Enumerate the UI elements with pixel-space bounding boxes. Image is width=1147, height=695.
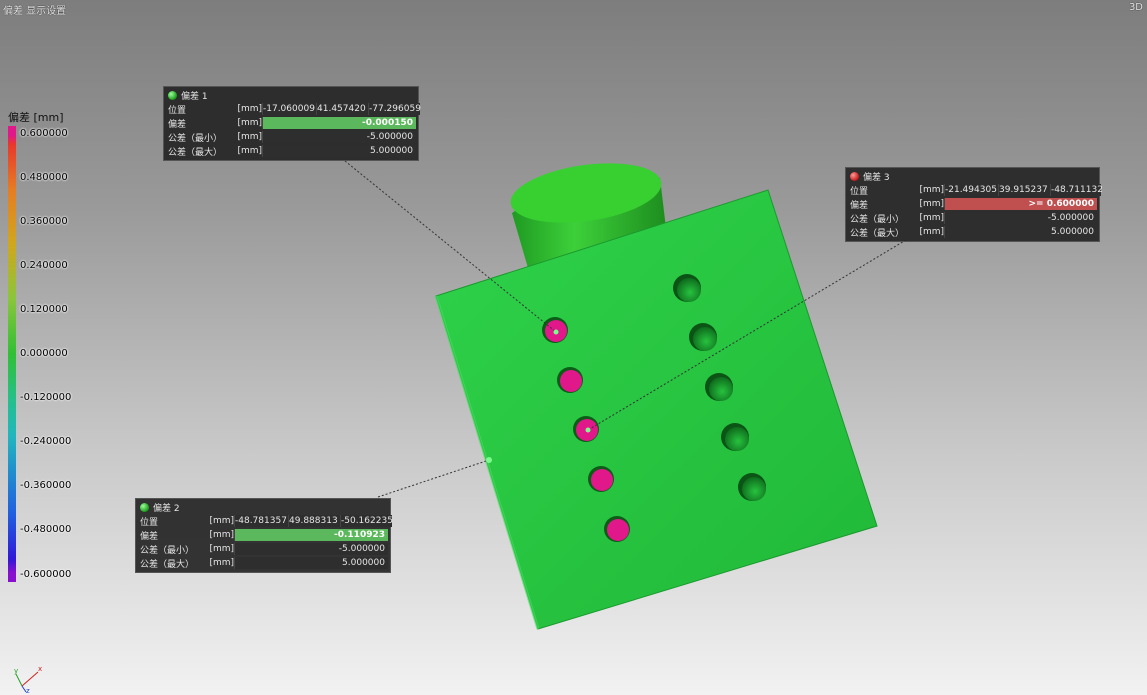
position-y: 41.457420 — [316, 103, 368, 115]
hole-deviation — [560, 370, 582, 392]
tol-max-label: 公差（最大） — [168, 147, 223, 158]
position-z: -50.162235 — [340, 515, 393, 527]
hole-deviation — [591, 469, 613, 491]
status-ok-icon — [140, 503, 149, 512]
tol-min-label: 公差（最小） — [850, 214, 905, 225]
deviation-annotation-1[interactable]: 偏差 1 位置 [mm] -17.060009 41.457420 -77.29… — [163, 86, 421, 161]
orientation-axes-icon: x y z — [14, 665, 42, 694]
unit-label: [mm] — [919, 185, 944, 195]
tol-max-label: 公差（最大） — [850, 228, 905, 239]
unit-label: [mm] — [209, 530, 234, 540]
unit-label: [mm] — [209, 558, 234, 568]
axis-z-label: z — [26, 687, 30, 694]
measure-point — [486, 457, 492, 463]
tol-min-value: -5.000000 — [234, 543, 388, 555]
unit-label: [mm] — [237, 104, 262, 114]
tol-min-value: -5.000000 — [262, 131, 416, 143]
deviation-value: >= 0.600000 — [944, 198, 1097, 210]
annotation-title: 偏差 1 — [181, 92, 208, 102]
unit-label: [mm] — [237, 146, 262, 156]
position-x: -17.060009 — [262, 103, 316, 115]
tol-min-label: 公差（最小） — [168, 133, 223, 144]
hole — [677, 278, 701, 302]
unit-label: [mm] — [919, 213, 944, 223]
position-label: 位置 — [850, 186, 869, 197]
hole — [709, 377, 733, 401]
tol-min-value: -5.000000 — [944, 212, 1097, 224]
deviation-label: 偏差 — [140, 531, 159, 542]
unit-label: [mm] — [237, 132, 262, 142]
unit-label: [mm] — [919, 199, 944, 209]
annotation-title: 偏差 2 — [153, 504, 180, 514]
measure-point — [553, 329, 559, 335]
tol-max-label: 公差（最大） — [140, 559, 195, 570]
position-x: -21.494305 — [944, 184, 998, 196]
measure-point — [585, 427, 591, 433]
position-label: 位置 — [168, 105, 187, 116]
deviation-value: -0.000150 — [262, 117, 416, 129]
deviation-annotation-3[interactable]: 偏差 3 位置 [mm] -21.494305 39.915237 -48.71… — [845, 167, 1103, 242]
axis-x-label: x — [38, 665, 42, 673]
axis-y-label: y — [14, 667, 18, 675]
tol-max-value: 5.000000 — [234, 557, 388, 569]
hole — [742, 477, 766, 501]
position-z: -77.296059 — [368, 103, 421, 115]
tol-max-value: 5.000000 — [262, 145, 416, 157]
position-y: 39.915237 — [998, 184, 1050, 196]
hole-deviation — [607, 519, 629, 541]
tol-max-value: 5.000000 — [944, 226, 1097, 238]
deviation-label: 偏差 — [850, 200, 869, 211]
position-label: 位置 — [140, 517, 159, 528]
unit-label: [mm] — [919, 227, 944, 237]
unit-label: [mm] — [209, 516, 234, 526]
unit-label: [mm] — [209, 544, 234, 554]
position-z: -48.711132 — [1050, 184, 1103, 196]
position-y: 49.888313 — [288, 515, 340, 527]
tol-min-label: 公差（最小） — [140, 545, 195, 556]
position-x: -48.781357 — [234, 515, 288, 527]
status-fail-icon — [850, 172, 859, 181]
annotation-title: 偏差 3 — [863, 173, 890, 183]
deviation-value: -0.110923 — [234, 529, 388, 541]
block-face[interactable] — [435, 189, 878, 630]
hole — [693, 327, 717, 351]
status-ok-icon — [168, 91, 177, 100]
hole — [725, 427, 749, 451]
unit-label: [mm] — [237, 118, 262, 128]
deviation-annotation-2[interactable]: 偏差 2 位置 [mm] -48.781357 49.888313 -50.16… — [135, 498, 393, 573]
deviation-label: 偏差 — [168, 119, 187, 130]
